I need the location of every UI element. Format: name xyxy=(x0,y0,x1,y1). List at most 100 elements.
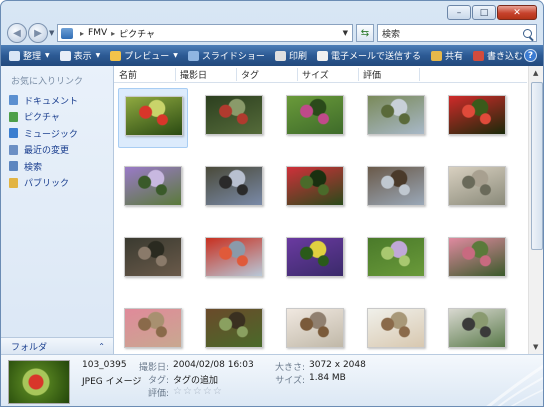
search-icon[interactable] xyxy=(523,28,532,38)
purple-wildflowers-photo xyxy=(124,166,182,206)
forward-button[interactable]: ▶ xyxy=(28,23,48,43)
rating-stars[interactable]: ☆☆☆☆☆ xyxy=(173,386,223,397)
size-value: 1.84 MB xyxy=(309,373,346,383)
small-flower-green-photo xyxy=(367,237,425,277)
email-icon xyxy=(316,50,328,61)
column-header[interactable]: 名前 xyxy=(119,68,137,81)
thumbnail-item[interactable] xyxy=(280,230,350,290)
pink-buds-photo xyxy=(124,308,182,348)
column-divider[interactable] xyxy=(419,68,420,81)
red-flower-branches-photo xyxy=(205,95,263,135)
thumbnail-item[interactable] xyxy=(280,301,350,361)
thumbnail-item[interactable] xyxy=(118,301,188,361)
thumbnail-item[interactable] xyxy=(199,230,269,290)
sidebar-item-recent-changes[interactable]: 最近の変更 xyxy=(9,142,78,159)
thumbnail-item[interactable] xyxy=(442,301,512,361)
column-divider[interactable] xyxy=(358,68,359,81)
toolbar-slideshow-button[interactable]: スライドショー xyxy=(187,49,265,62)
thumbnail-item[interactable] xyxy=(280,88,350,148)
column-divider[interactable] xyxy=(297,68,298,81)
thumbnail-item[interactable] xyxy=(361,301,431,361)
sidebar-item-public[interactable]: パブリック xyxy=(9,175,78,192)
search-input[interactable]: 検索 xyxy=(382,27,400,40)
dropdown-arrow-icon[interactable]: ▼ xyxy=(45,52,50,59)
forward-arrow-icon: ▶ xyxy=(34,27,42,39)
mountain-photo xyxy=(205,166,263,206)
sidebar-item-label: 検索 xyxy=(24,162,43,173)
search-box[interactable]: 検索 xyxy=(377,24,537,42)
two-kittens-photo xyxy=(367,308,425,348)
thumbnail-item[interactable] xyxy=(118,230,188,290)
sidebar-item-pictures[interactable]: ピクチャ xyxy=(9,109,78,126)
toolbar-share-button[interactable]: 共有 xyxy=(430,49,463,62)
scroll-up-icon[interactable]: ▲ xyxy=(533,69,538,77)
dropdown-arrow-icon[interactable]: ▼ xyxy=(96,52,101,59)
thumbnail-item[interactable] xyxy=(280,159,350,219)
preview-icon xyxy=(110,50,122,61)
thumbnail-item[interactable] xyxy=(199,159,269,219)
toolbar-label: 書き込む xyxy=(486,52,523,62)
folders-toggle[interactable]: フォルダ ⌃ xyxy=(1,337,113,354)
column-divider[interactable] xyxy=(175,68,176,81)
scrollbar-thumb[interactable] xyxy=(531,82,543,250)
window-controls: – □ ✕ xyxy=(447,5,537,20)
sidebar-item-label: パブリック xyxy=(24,179,70,190)
breadcrumb-chevron-icon[interactable]: ▸ xyxy=(80,29,84,38)
thumbnail-item[interactable] xyxy=(118,88,188,148)
address-bar[interactable]: ▸ FMV ▸ ピクチャ ▼ xyxy=(57,24,353,42)
address-dropdown-icon[interactable]: ▼ xyxy=(343,29,348,37)
tags-value[interactable]: タグの追加 xyxy=(173,373,218,386)
breadcrumb-chevron-icon[interactable]: ▸ xyxy=(111,29,115,38)
column-divider[interactable] xyxy=(236,68,237,81)
refresh-button[interactable]: ⇆ xyxy=(356,24,374,42)
toolbar-preview-button[interactable]: プレビュー ▼ xyxy=(110,49,178,62)
navigation-pane: お気に入りリンク ドキュメント ピクチャ ミュージック 最近の変更 検索 パブリック フォ… xyxy=(1,66,114,354)
toolbar-email-button[interactable]: 電子メールで送信する xyxy=(316,49,421,62)
thumbnail-item[interactable] xyxy=(199,88,269,148)
red-dahlias-photo xyxy=(448,95,506,135)
pine-cone-photo xyxy=(205,308,263,348)
toolbar-burn-button[interactable]: 書き込む xyxy=(472,49,523,62)
dropdown-arrow-icon[interactable]: ▼ xyxy=(173,52,178,59)
toolbar-print-button[interactable]: 印刷 xyxy=(274,49,307,62)
column-header[interactable]: タグ xyxy=(241,68,259,81)
close-button[interactable]: ✕ xyxy=(497,5,537,20)
selected-file-preview xyxy=(8,360,70,404)
breadcrumb-pictures[interactable]: ピクチャ xyxy=(119,27,155,40)
help-icon[interactable]: ? xyxy=(524,49,537,62)
pampas-grass-photo xyxy=(448,166,506,206)
print-icon xyxy=(274,50,286,61)
sidebar-item-label: ミュージック xyxy=(24,129,78,140)
thumbnail-item[interactable] xyxy=(361,159,431,219)
vertical-scrollbar[interactable]: ▲ ▼ xyxy=(528,66,543,354)
recent-pages-dropdown[interactable]: ▼ xyxy=(49,29,54,37)
scroll-down-icon[interactable]: ▼ xyxy=(533,343,538,351)
thumbnail-item[interactable] xyxy=(442,88,512,148)
sidebar-item-music[interactable]: ミュージック xyxy=(9,125,78,142)
tree-sky-photo xyxy=(367,95,425,135)
minimize-button[interactable]: – xyxy=(447,5,471,20)
views-icon xyxy=(59,50,71,61)
thumbnail-item[interactable] xyxy=(199,301,269,361)
column-header[interactable]: 評価 xyxy=(363,68,381,81)
sidebar-item-search-folder[interactable]: 検索 xyxy=(9,158,78,175)
column-header[interactable]: 撮影日 xyxy=(180,68,207,81)
share-icon xyxy=(430,50,442,61)
sidebar-item-label: 最近の変更 xyxy=(24,146,70,157)
toolbar-views-button[interactable]: 表示 ▼ xyxy=(59,49,101,62)
thumbnail-item[interactable] xyxy=(442,159,512,219)
thumbnail-item[interactable] xyxy=(442,230,512,290)
rock-stream-photo xyxy=(124,237,182,277)
maximize-button[interactable]: □ xyxy=(472,5,496,20)
thumbnail-item[interactable] xyxy=(361,230,431,290)
organize-icon xyxy=(9,50,20,61)
music-icon xyxy=(9,128,18,139)
thumbnail-item[interactable] xyxy=(118,159,188,219)
toolbar-organize-button[interactable]: 整理 ▼ xyxy=(9,49,50,62)
back-button[interactable]: ◀ xyxy=(7,23,27,43)
thumbnail-item[interactable] xyxy=(361,88,431,148)
sidebar-item-documents[interactable]: ドキュメント xyxy=(9,92,78,109)
column-header[interactable]: サイズ xyxy=(302,68,329,81)
breadcrumb-fmv[interactable]: FMV xyxy=(88,28,107,38)
slideshow-icon xyxy=(187,50,199,61)
